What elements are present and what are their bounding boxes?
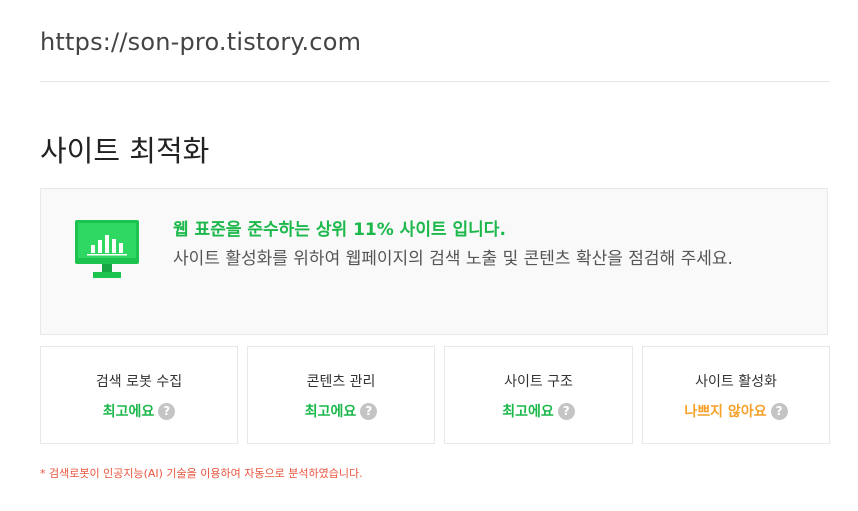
card-status: 최고에요 ? [41,401,237,421]
monitor-chart-icon [75,220,139,278]
site-url: https://son-pro.tistory.com [40,28,362,56]
summary-description: 사이트 활성화를 위하여 웹페이지의 검색 노출 및 콘텐츠 확산을 점검해 주… [173,249,733,269]
summary-panel: 웹 표준을 준수하는 상위 11% 사이트 입니다. 사이트 활성화를 위하여 … [40,188,828,335]
card-title: 사이트 활성화 [695,374,777,390]
divider [40,81,830,82]
card-title: 검색 로봇 수집 [95,374,183,390]
card-title: 사이트 구조 [504,374,573,390]
help-icon[interactable]: ? [360,402,378,420]
help-icon[interactable]: ? [158,402,176,420]
help-icon[interactable]: ? [557,402,575,420]
card-content-management: 콘텐츠 관리 최고에요 ? [247,346,435,444]
status-text: 최고에요 [304,404,357,420]
summary-headline: 웹 표준을 준수하는 상위 11% 사이트 입니다. [173,220,506,240]
card-status: 나쁘지 않아요 ? [643,401,829,421]
card-search-robot: 검색 로봇 수집 최고에요 ? [40,346,238,444]
footnote: * 검색로봇이 인공지능(AI) 기술을 이용하여 자동으로 분석하였습니다. [40,467,363,480]
status-text: 최고에요 [102,404,155,420]
card-site-structure: 사이트 구조 최고에요 ? [444,346,633,444]
card-site-activation: 사이트 활성화 나쁘지 않아요 ? [642,346,830,444]
status-text: 최고에요 [502,404,554,420]
help-icon[interactable]: ? [770,402,788,420]
card-status: 최고에요 ? [445,401,632,421]
status-text: 나쁘지 않아요 [684,404,767,420]
card-status: 최고에요 ? [248,401,434,421]
section-title: 사이트 최적화 [40,134,210,168]
card-title: 콘텐츠 관리 [306,374,376,390]
